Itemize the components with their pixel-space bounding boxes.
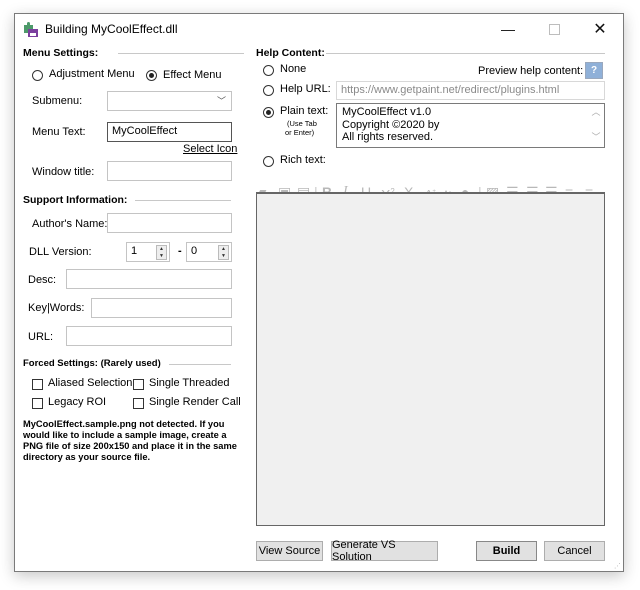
group-divider	[135, 200, 231, 201]
desc-label: Desc:	[28, 274, 57, 286]
build-button[interactable]: Build	[476, 541, 537, 561]
rich-text-radio[interactable]	[263, 156, 274, 167]
single-render-call-label: Single Render Call	[149, 396, 241, 408]
help-none-radio[interactable]	[263, 65, 274, 76]
author-name-input[interactable]	[107, 213, 232, 233]
plain-text-radio[interactable]	[263, 107, 274, 118]
close-icon: ✕	[593, 21, 607, 38]
version-separator: -	[178, 245, 182, 257]
effect-menu-radio[interactable]	[146, 70, 157, 81]
window-title-input[interactable]	[107, 161, 232, 181]
minimize-button[interactable]: —	[485, 16, 531, 42]
minor-version-stepper[interactable]: 0 ▲ ▼	[186, 242, 232, 262]
plain-text-area[interactable]: MyCoolEffect v1.0 Copyright ©2020 by All…	[336, 103, 605, 148]
spinner-arrows-icon[interactable]: ▲ ▼	[156, 245, 167, 260]
help-url-label: Help URL:	[280, 83, 331, 95]
help-url-input[interactable]: https://www.getpaint.net/redirect/plugin…	[336, 81, 605, 100]
scroll-up-icon[interactable]: ︿	[590, 106, 602, 119]
menu-text-input[interactable]: MyCoolEffect	[107, 122, 232, 142]
view-source-button[interactable]: View Source	[256, 541, 323, 561]
preview-help-button[interactable]: ?	[585, 62, 603, 79]
title-bar: Building MyCoolEffect.dll — ✕	[15, 14, 623, 44]
major-version-value: 1	[131, 245, 138, 257]
plain-text-hint-2: or Enter)	[285, 128, 315, 137]
group-divider	[169, 364, 231, 365]
plain-text-label: Plain text:	[280, 105, 329, 117]
sample-image-note: MyCoolEffect.sample.png not detected. If…	[23, 419, 237, 462]
group-divider	[326, 53, 605, 54]
single-threaded-label: Single Threaded	[149, 377, 230, 389]
author-name-label: Author's Name:	[32, 218, 108, 230]
window-title: Building MyCoolEffect.dll	[45, 22, 178, 36]
group-divider	[118, 53, 244, 54]
puzzle-build-icon	[24, 22, 38, 37]
help-url-radio[interactable]	[263, 85, 274, 96]
url-input[interactable]	[66, 326, 232, 346]
adjustment-menu-label: Adjustment Menu	[49, 68, 135, 80]
submenu-label: Submenu:	[32, 95, 83, 107]
rich-text-editor[interactable]	[256, 192, 605, 526]
submenu-dropdown[interactable]: ﹀	[107, 91, 232, 111]
scroll-down-icon[interactable]: ﹀	[590, 131, 602, 144]
build-dialog-window: Building MyCoolEffect.dll — ✕ Menu Setti…	[14, 13, 624, 572]
aliased-selection-label: Aliased Selection	[48, 377, 133, 389]
keywords-input[interactable]	[91, 298, 232, 318]
plain-text-line: Copyright ©2020 by	[342, 118, 440, 131]
legacy-roi-checkbox[interactable]	[32, 398, 43, 409]
plain-text-line: All rights reserved.	[342, 131, 434, 143]
single-threaded-checkbox[interactable]	[133, 379, 144, 390]
menu-text-label: Menu Text:	[32, 126, 86, 138]
maximize-button[interactable]	[531, 16, 577, 42]
preview-help-label: Preview help content:	[478, 65, 584, 77]
help-content-heading: Help Content:	[256, 47, 325, 59]
help-question-icon: ?	[590, 65, 598, 76]
keywords-label: Key|Words:	[28, 302, 85, 314]
forced-settings-heading: Forced Settings: (Rarely used)	[23, 358, 161, 369]
legacy-roi-label: Legacy ROI	[48, 396, 107, 408]
spinner-arrows-icon[interactable]: ▲ ▼	[218, 245, 229, 260]
effect-menu-label: Effect Menu	[163, 69, 222, 81]
menu-settings-heading: Menu Settings:	[23, 47, 99, 59]
desc-input[interactable]	[66, 269, 232, 289]
minor-version-value: 0	[191, 245, 198, 257]
chevron-down-icon: ﹀	[216, 96, 226, 106]
maximize-icon	[548, 23, 560, 35]
plain-text-hint-1: (Use Tab	[287, 119, 317, 128]
major-version-stepper[interactable]: 1 ▲ ▼	[126, 242, 170, 262]
rich-text-label: Rich text:	[280, 154, 326, 166]
plain-text-line: MyCoolEffect v1.0	[342, 106, 432, 118]
minimize-icon: —	[501, 21, 515, 37]
generate-vs-solution-button[interactable]: Generate VS Solution	[331, 539, 438, 563]
window-title-label: Window title:	[32, 166, 95, 178]
url-label: URL:	[28, 331, 54, 343]
dll-version-label: DLL Version:	[29, 246, 92, 258]
select-icon-link[interactable]: Select Icon	[183, 143, 237, 155]
close-button[interactable]: ✕	[577, 16, 623, 42]
single-render-call-checkbox[interactable]	[133, 398, 144, 409]
cancel-button[interactable]: Cancel	[544, 541, 605, 561]
resize-grip-icon[interactable]: ⋰	[614, 562, 621, 570]
aliased-selection-checkbox[interactable]	[32, 379, 43, 390]
adjustment-menu-radio[interactable]	[32, 70, 43, 81]
help-none-label: None	[280, 63, 307, 75]
support-information-heading: Support Information:	[23, 194, 128, 206]
